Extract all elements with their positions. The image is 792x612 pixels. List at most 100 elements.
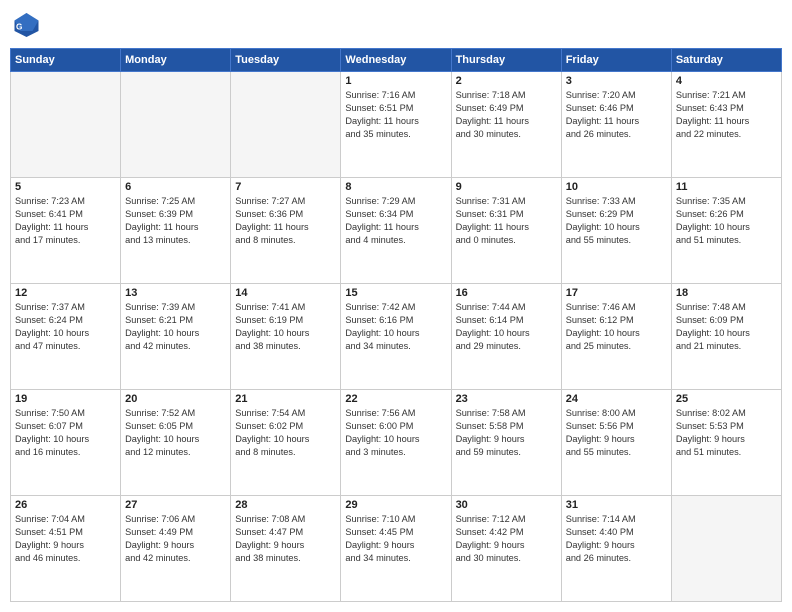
day-info: Sunrise: 7:04 AM Sunset: 4:51 PM Dayligh… [15,513,116,565]
page: G SundayMondayTuesdayWednesdayThursdayFr… [0,0,792,612]
calendar-cell: 30 Sunrise: 7:12 AM Sunset: 4:42 PM Dayli… [451,496,561,602]
day-number: 31 [566,499,667,511]
day-info: Sunrise: 8:00 AM Sunset: 5:56 PM Dayligh… [566,407,667,459]
day-info: Sunrise: 7:37 AM Sunset: 6:24 PM Dayligh… [15,301,116,353]
calendar-cell: 13 Sunrise: 7:39 AM Sunset: 6:21 PM Dayli… [121,284,231,390]
day-info: Sunrise: 7:58 AM Sunset: 5:58 PM Dayligh… [456,407,557,459]
day-info: Sunrise: 8:02 AM Sunset: 5:53 PM Dayligh… [676,407,777,459]
calendar-cell: 8 Sunrise: 7:29 AM Sunset: 6:34 PM Daylig… [341,178,451,284]
day-number: 27 [125,499,226,511]
week-row-5: 26Sunrise: 7:04 AM Sunset: 4:51 PM Dayli… [11,496,782,602]
day-info: Sunrise: 7:56 AM Sunset: 6:00 PM Dayligh… [345,407,446,459]
calendar-cell: 18 Sunrise: 7:48 AM Sunset: 6:09 PM Dayli… [671,284,781,390]
day-info: Sunrise: 7:14 AM Sunset: 4:40 PM Dayligh… [566,513,667,565]
calendar-cell: 19 Sunrise: 7:50 AM Sunset: 6:07 PM Dayli… [11,390,121,496]
day-info: Sunrise: 7:52 AM Sunset: 6:05 PM Dayligh… [125,407,226,459]
day-info: Sunrise: 7:50 AM Sunset: 6:07 PM Dayligh… [15,407,116,459]
day-number: 20 [125,393,226,405]
calendar-cell [121,72,231,178]
day-info: Sunrise: 7:21 AM Sunset: 6:43 PM Dayligh… [676,89,777,141]
logo: G [10,10,44,40]
day-number: 7 [235,181,336,193]
day-info: Sunrise: 7:20 AM Sunset: 6:46 PM Dayligh… [566,89,667,141]
day-info: Sunrise: 7:44 AM Sunset: 6:14 PM Dayligh… [456,301,557,353]
day-number: 10 [566,181,667,193]
calendar-cell [11,72,121,178]
day-info: Sunrise: 7:08 AM Sunset: 4:47 PM Dayligh… [235,513,336,565]
day-info: Sunrise: 7:12 AM Sunset: 4:42 PM Dayligh… [456,513,557,565]
day-info: Sunrise: 7:23 AM Sunset: 6:41 PM Dayligh… [15,195,116,247]
day-number: 22 [345,393,446,405]
day-number: 1 [345,75,446,87]
calendar-cell: 17 Sunrise: 7:46 AM Sunset: 6:12 PM Dayli… [561,284,671,390]
day-info: Sunrise: 7:39 AM Sunset: 6:21 PM Dayligh… [125,301,226,353]
day-number: 15 [345,287,446,299]
calendar-cell [671,496,781,602]
day-number: 21 [235,393,336,405]
weekday-header-friday: Friday [561,49,671,72]
weekday-header-monday: Monday [121,49,231,72]
day-info: Sunrise: 7:31 AM Sunset: 6:31 PM Dayligh… [456,195,557,247]
day-number: 17 [566,287,667,299]
calendar-cell: 6 Sunrise: 7:25 AM Sunset: 6:39 PM Daylig… [121,178,231,284]
day-number: 28 [235,499,336,511]
day-info: Sunrise: 7:27 AM Sunset: 6:36 PM Dayligh… [235,195,336,247]
day-number: 18 [676,287,777,299]
calendar-cell: 25Sunrise: 8:02 AM Sunset: 5:53 PM Dayli… [671,390,781,496]
week-row-3: 12 Sunrise: 7:37 AM Sunset: 6:24 PM Dayli… [11,284,782,390]
weekday-header-wednesday: Wednesday [341,49,451,72]
day-number: 8 [345,181,446,193]
calendar-cell: 12 Sunrise: 7:37 AM Sunset: 6:24 PM Dayli… [11,284,121,390]
day-info: Sunrise: 7:33 AM Sunset: 6:29 PM Dayligh… [566,195,667,247]
calendar-cell: 14 Sunrise: 7:41 AM Sunset: 6:19 PM Dayli… [231,284,341,390]
day-number: 3 [566,75,667,87]
day-number: 24 [566,393,667,405]
weekday-header-tuesday: Tuesday [231,49,341,72]
day-number: 12 [15,287,116,299]
day-info: Sunrise: 7:42 AM Sunset: 6:16 PM Dayligh… [345,301,446,353]
day-number: 19 [15,393,116,405]
calendar-cell: 3 Sunrise: 7:20 AM Sunset: 6:46 PM Daylig… [561,72,671,178]
day-info: Sunrise: 7:16 AM Sunset: 6:51 PM Dayligh… [345,89,446,141]
day-number: 23 [456,393,557,405]
day-number: 11 [676,181,777,193]
calendar-cell: 11 Sunrise: 7:35 AM Sunset: 6:26 PM Dayli… [671,178,781,284]
calendar-cell: 29Sunrise: 7:10 AM Sunset: 4:45 PM Dayli… [341,496,451,602]
day-number: 16 [456,287,557,299]
calendar-cell: 7 Sunrise: 7:27 AM Sunset: 6:36 PM Daylig… [231,178,341,284]
calendar-cell: 26Sunrise: 7:04 AM Sunset: 4:51 PM Dayli… [11,496,121,602]
day-info: Sunrise: 7:25 AM Sunset: 6:39 PM Dayligh… [125,195,226,247]
calendar-cell: 2Sunrise: 7:18 AM Sunset: 6:49 PM Daylig… [451,72,561,178]
day-number: 29 [345,499,446,511]
week-row-2: 5Sunrise: 7:23 AM Sunset: 6:41 PM Daylig… [11,178,782,284]
day-info: Sunrise: 7:48 AM Sunset: 6:09 PM Dayligh… [676,301,777,353]
calendar-cell: 5Sunrise: 7:23 AM Sunset: 6:41 PM Daylig… [11,178,121,284]
day-number: 14 [235,287,336,299]
day-info: Sunrise: 7:41 AM Sunset: 6:19 PM Dayligh… [235,301,336,353]
weekday-header-sunday: Sunday [11,49,121,72]
weekday-header-saturday: Saturday [671,49,781,72]
svg-text:G: G [16,23,22,32]
day-info: Sunrise: 7:18 AM Sunset: 6:49 PM Dayligh… [456,89,557,141]
calendar-cell: 23 Sunrise: 7:58 AM Sunset: 5:58 PM Dayli… [451,390,561,496]
calendar-cell: 24 Sunrise: 8:00 AM Sunset: 5:56 PM Dayli… [561,390,671,496]
calendar-cell: 28 Sunrise: 7:08 AM Sunset: 4:47 PM Dayli… [231,496,341,602]
calendar-cell: 31 Sunrise: 7:14 AM Sunset: 4:40 PM Dayli… [561,496,671,602]
calendar-cell: 15 Sunrise: 7:42 AM Sunset: 6:16 PM Dayli… [341,284,451,390]
calendar-cell: 21 Sunrise: 7:54 AM Sunset: 6:02 PM Dayli… [231,390,341,496]
calendar-cell: 27Sunrise: 7:06 AM Sunset: 4:49 PM Dayli… [121,496,231,602]
weekday-header-row: SundayMondayTuesdayWednesdayThursdayFrid… [11,49,782,72]
day-info: Sunrise: 7:29 AM Sunset: 6:34 PM Dayligh… [345,195,446,247]
calendar-cell: 9 Sunrise: 7:31 AM Sunset: 6:31 PM Daylig… [451,178,561,284]
day-number: 9 [456,181,557,193]
calendar-cell: 16 Sunrise: 7:44 AM Sunset: 6:14 PM Dayli… [451,284,561,390]
day-info: Sunrise: 7:46 AM Sunset: 6:12 PM Dayligh… [566,301,667,353]
day-info: Sunrise: 7:54 AM Sunset: 6:02 PM Dayligh… [235,407,336,459]
day-info: Sunrise: 7:35 AM Sunset: 6:26 PM Dayligh… [676,195,777,247]
calendar-cell: 1 Sunrise: 7:16 AM Sunset: 6:51 PM Daylig… [341,72,451,178]
day-number: 13 [125,287,226,299]
day-number: 30 [456,499,557,511]
calendar-cell: 22 Sunrise: 7:56 AM Sunset: 6:00 PM Dayli… [341,390,451,496]
day-number: 6 [125,181,226,193]
weekday-header-thursday: Thursday [451,49,561,72]
